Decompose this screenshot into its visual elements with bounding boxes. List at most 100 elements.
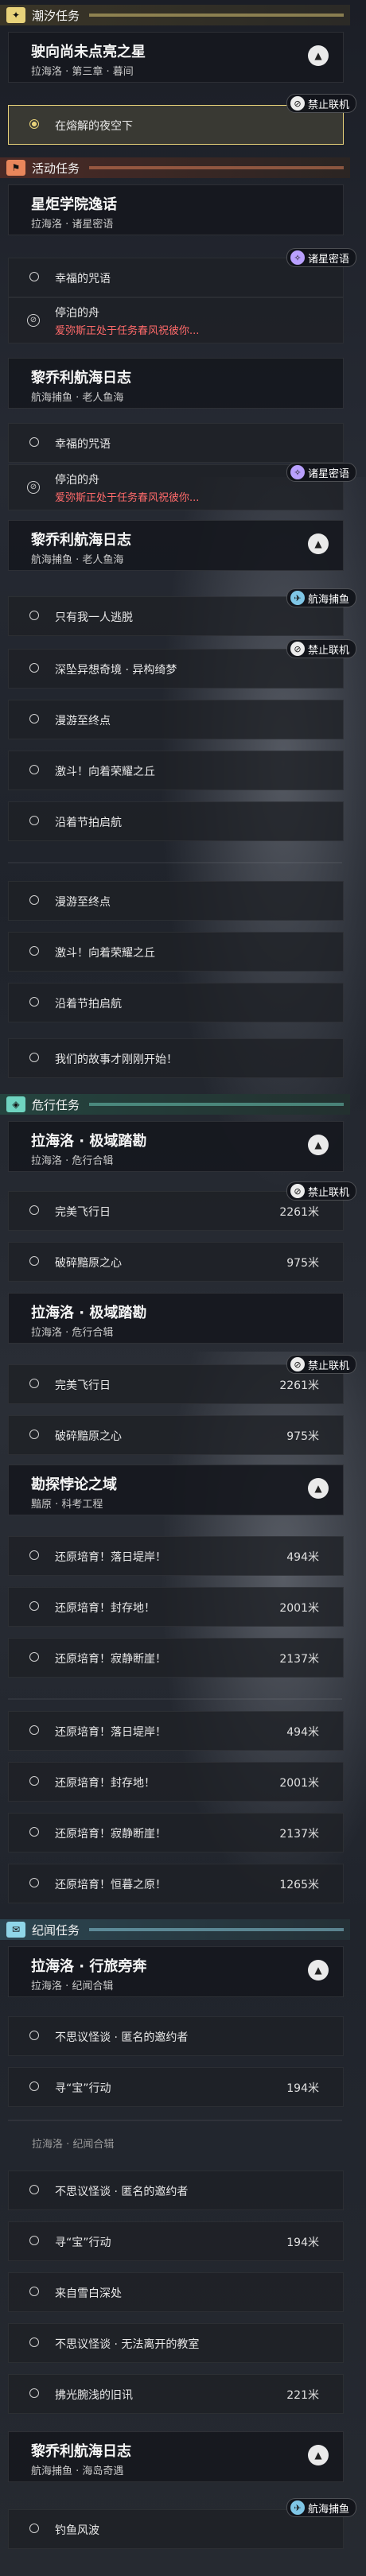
section-stripe [89, 166, 344, 169]
quest-title: 黎乔利航海日志 [31, 370, 131, 386]
quest-step[interactable]: 还原培育！封存地！ 2001米 [8, 1587, 344, 1627]
radio-icon [29, 2337, 39, 2347]
chronicle-icon: ✉ [6, 1922, 25, 1938]
radio-icon [29, 2081, 39, 2091]
collapse-button[interactable]: ▲ [308, 45, 329, 66]
badge-label: 航海捕鱼 [307, 2503, 349, 2516]
radio-icon [29, 437, 39, 447]
badge-label: 禁止联机 [307, 99, 349, 111]
section-header-chronicle: ✉ 纪闻任务 [0, 1919, 350, 1940]
quest-step[interactable]: 来自雪白深处 [8, 2272, 344, 2312]
quest-step[interactable]: 拂光腕浅的旧讯 221米 [8, 2374, 344, 2414]
badge-label: 禁止联机 [307, 1186, 349, 1199]
radio-icon [29, 2524, 39, 2533]
quest-card[interactable]: 拉海洛 · 极域踏勘 拉海洛 · 危行合辑 ▲ [8, 1121, 344, 1172]
quest-card[interactable]: 黎乔利航海日志 航海捕鱼 · 老人鱼海 ▲ [8, 520, 344, 571]
step-label: 停泊的舟 [55, 307, 99, 320]
quest-title: 黎乔利航海日志 [31, 2443, 131, 2460]
quest-step[interactable]: 不思议怪谈 · 匿名的邀约者 [8, 2016, 344, 2056]
section-title: 潮汐任务 [32, 8, 80, 23]
quest-subtitle: 拉海洛 · 第三章 · 暮间 [31, 66, 134, 78]
radio-icon [29, 1652, 39, 1662]
quest-subtitle: 拉海洛 · 危行合辑 [31, 1155, 114, 1167]
step-label: 深坠异想奇境 · 异构绮梦 [55, 664, 177, 677]
radio-icon [29, 2287, 39, 2296]
ban-icon: ⊘ [290, 1357, 305, 1371]
quest-step[interactable]: 我们的故事才刚刚开始！ [8, 1038, 344, 1078]
radio-icon [29, 1827, 39, 1837]
step-label: 激斗！向着荣耀之丘 [55, 766, 155, 778]
quest-subtitle: 航海捕鱼 · 老人鱼海 [31, 392, 124, 404]
fishing-badge: ✈ 航海捕鱼 [286, 2498, 356, 2517]
quest-step[interactable]: 还原培育！恒暮之原！ 1265米 [8, 1864, 344, 1903]
quest-card[interactable]: 勘探悖论之域 黯原 · 科考工程 ▲ [8, 1465, 344, 1515]
quest-title: 拉海洛 · 极域踏勘 [31, 1133, 147, 1150]
no-coop-badge: ⊘ 禁止联机 [286, 1355, 356, 1374]
divider [8, 2120, 342, 2121]
quest-step[interactable]: 漫游至终点 [8, 700, 344, 739]
radio-icon [29, 714, 39, 724]
quest-step[interactable]: 沿着节拍启航 [8, 801, 344, 841]
quest-step[interactable]: 破碎黯原之心 975米 [8, 1415, 344, 1455]
collapse-button[interactable]: ▲ [308, 1135, 329, 1155]
step-label: 幸福的咒语 [55, 273, 111, 285]
collapse-button[interactable]: ▲ [308, 1478, 329, 1499]
collapse-button[interactable]: ▲ [308, 533, 329, 554]
fish-icon: ✈ [290, 591, 305, 605]
quest-subtitle: 拉海洛 · 危行合辑 [31, 1327, 114, 1339]
quest-title: 勘探悖论之域 [31, 1476, 117, 1493]
fishing-badge: ✈ 航海捕鱼 [286, 588, 356, 607]
step-label: 不思议怪谈 · 匿名的邀约者 [55, 2031, 189, 2044]
quest-step[interactable]: 寻“宝”行动 194米 [8, 2221, 344, 2261]
badge-label: 航海捕鱼 [307, 593, 349, 606]
radio-icon [29, 1550, 39, 1560]
quest-card[interactable]: 星炬学院逸话 拉海洛 · 诸星密语 [8, 184, 344, 235]
quest-card[interactable]: 黎乔利航海日志 航海捕鱼 · 海岛奇遇 ▲ [8, 2431, 344, 2482]
step-label: 沿着节拍启航 [55, 817, 122, 829]
step-label: 还原培育！落日堤岸！ [55, 1726, 166, 1739]
step-label: 还原培育！恒暮之原！ [55, 1879, 166, 1891]
radio-icon [29, 816, 39, 825]
quest-step[interactable]: 漫游至终点 [8, 881, 344, 921]
collapse-button[interactable]: ▲ [308, 2445, 329, 2465]
step-label: 完美飞行日 [55, 1379, 111, 1392]
event-icon: ⚑ [6, 160, 25, 176]
quest-card[interactable]: 黎乔利航海日志 航海捕鱼 · 老人鱼海 [8, 358, 344, 409]
star-whisper-icon: ✧ [290, 465, 305, 479]
step-distance: 494米 [286, 1726, 319, 1739]
quest-subtitle: 航海捕鱼 · 海岛奇遇 [31, 2465, 124, 2477]
step-distance: 194米 [286, 2237, 319, 2249]
step-distance: 2137米 [279, 1653, 319, 1666]
radio-icon [29, 663, 39, 673]
quest-step[interactable]: 破碎黯原之心 975米 [8, 1242, 344, 1282]
quest-card[interactable]: 拉海洛 · 行旅旁奔 拉海洛 · 纪闻合辑 ▲ [8, 1946, 344, 1997]
quest-step[interactable]: 还原培育！落日堤岸！ 494米 [8, 1536, 344, 1576]
badge-label: 诸星密语 [307, 467, 349, 480]
step-distance: 2261米 [279, 1206, 319, 1219]
quest-step[interactable]: 还原培育！寂静断崖！ 2137米 [8, 1638, 344, 1678]
section-header-peril: ◈ 危行任务 [0, 1094, 350, 1115]
quest-step[interactable]: 不思议怪谈 · 无法离开的教室 [8, 2323, 344, 2363]
quest-card[interactable]: 拉海洛 · 极域踏勘 拉海洛 · 危行合辑 [8, 1293, 344, 1344]
quest-step[interactable]: 激斗！向着荣耀之丘 [8, 751, 344, 790]
collapse-button[interactable]: ▲ [308, 1960, 329, 1980]
quest-card[interactable]: 驶向尚未点亮之星 拉海洛 · 第三章 · 暮间 ▲ [8, 32, 344, 83]
quest-step[interactable]: 不思议怪谈 · 匿名的邀约者 [8, 2171, 344, 2210]
quest-step[interactable]: 幸福的咒语 [8, 423, 344, 463]
quest-step[interactable]: 寻“宝”行动 194米 [8, 2067, 344, 2107]
quest-step[interactable]: 激斗！向着荣耀之丘 [8, 932, 344, 972]
quest-step[interactable]: 还原培育！落日堤岸！ 494米 [8, 1711, 344, 1751]
star-whisper-badge: ✧ 诸星密语 [286, 248, 356, 267]
blocked-icon: ⊘ [27, 314, 40, 327]
quest-step[interactable]: 还原培育！封存地！ 2001米 [8, 1762, 344, 1802]
quest-step[interactable]: ⊘ 停泊的舟 爱弥斯正处于任务春风祝彼你... [8, 297, 344, 343]
step-distance: 975米 [286, 1257, 319, 1270]
quest-step[interactable]: 还原培育！寂静断崖！ 2137米 [8, 1813, 344, 1852]
quest-title: 黎乔利航海日志 [31, 532, 131, 549]
quest-title: 星炬学院逸话 [31, 196, 117, 213]
radio-icon [29, 946, 39, 956]
step-label: 在熔解的夜空下 [55, 120, 133, 133]
radio-icon [29, 272, 39, 281]
quest-step[interactable]: 沿着节拍启航 [8, 983, 344, 1022]
step-label: 还原培育！寂静断崖！ [55, 1828, 166, 1841]
